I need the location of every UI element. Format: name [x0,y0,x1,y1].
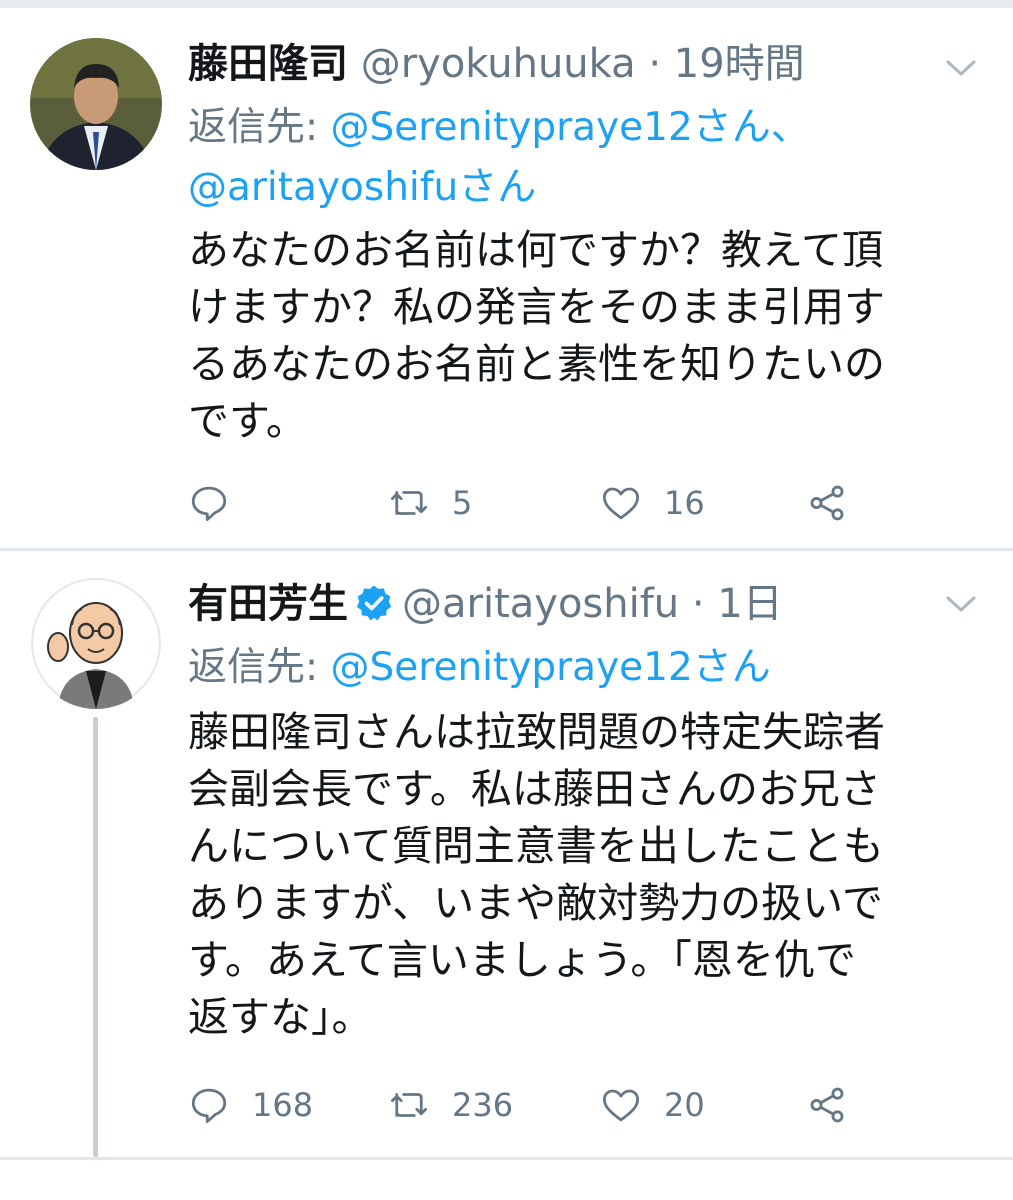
retweet-button[interactable]: 236 [388,1080,513,1130]
chevron-down-icon[interactable] [945,58,977,78]
separator: · [691,581,705,627]
tweet-text: あなたのお名前は何ですか？教えて頂 けますか？私の発言をそのまま引用す るあなた… [188,222,978,450]
share-button[interactable] [806,1080,870,1130]
share-icon [810,485,844,521]
text-line: です。 [188,397,307,445]
avatar[interactable] [30,38,162,170]
share-icon [810,1087,844,1123]
reply-prefix: 返信先: [188,105,319,150]
tweet-divider [0,548,1013,551]
separator: · [648,41,662,87]
timestamp[interactable]: 19時間 [674,41,805,87]
share-button[interactable] [806,478,870,528]
like-icon [602,1089,640,1122]
reply-icon [191,486,227,522]
tweet-header: 藤田隆司 @ryokuhuuka · 19時間 [188,36,805,92]
retweet-count: 236 [452,1086,514,1124]
handle[interactable]: @aritayoshifu [402,581,679,627]
reply-mention[interactable]: @Serenitypraye12さん [331,645,771,690]
text-line: けますか？私の発言をそのまま引用す [188,283,885,331]
retweet-icon [390,1093,428,1117]
text-line: んについて質問主意書を出したことも [188,822,884,870]
text-line: ありますが、いまや敵対勢力の扱いで [188,879,883,927]
reply-icon [191,1088,227,1124]
handle[interactable]: @ryokuhuuka [361,41,636,87]
avatar[interactable] [30,577,162,709]
text-line: 藤田隆司さんは拉致問題の特定失踪者 [188,708,885,756]
verified-badge-icon [356,585,392,621]
retweet-count: 5 [452,484,473,522]
reply-context-line2: @aritayoshifuさん [188,160,536,215]
reply-count: 168 [252,1086,314,1124]
tweet-divider [0,1157,1013,1160]
retweet-button[interactable]: 5 [388,478,472,528]
reply-mention[interactable]: @Serenitypraye12さん、 [331,105,810,150]
tweet-text: 藤田隆司さんは拉致問題の特定失踪者 会副会長です。私は藤田さんのお兄さ んについ… [188,704,978,1046]
like-count: 20 [664,1086,705,1124]
like-icon [602,487,640,520]
text-line: あなたのお名前は何ですか？教えて頂 [188,226,883,274]
action-bar: 5 16 [188,478,978,528]
tweet-card[interactable]: 藤田隆司 @ryokuhuuka · 19時間 返信先: @Serenitypr… [0,8,1013,548]
thread-line [93,717,98,1157]
reply-mention[interactable]: @aritayoshifuさん [188,165,536,210]
action-bar: 168 236 20 [188,1080,978,1130]
chevron-down-icon[interactable] [945,594,977,614]
tweet-header: 有田芳生 @aritayoshifu · 1日 [188,576,783,632]
retweet-icon [390,491,428,515]
like-count: 16 [664,484,705,522]
like-button[interactable]: 20 [600,1080,705,1130]
tweet-card[interactable]: 有田芳生 @aritayoshifu · 1日 返信先: @Serenitypra… [0,552,1013,1157]
reply-context: 返信先: @Serenitypraye12さん、 [188,100,810,155]
text-line: 返すな」。 [188,993,373,1041]
reply-context: 返信先: @Serenitypraye12さん [188,640,771,695]
like-button[interactable]: 16 [600,478,705,528]
reply-prefix: 返信先: [188,645,319,690]
display-name[interactable]: 有田芳生 [188,581,348,627]
top-divider [0,0,1013,8]
display-name[interactable]: 藤田隆司 [188,41,348,87]
text-line: 会副会長です。私は藤田さんのお兄さ [188,765,881,813]
reply-button[interactable]: 168 [188,1080,313,1130]
reply-button[interactable] [188,478,252,528]
timestamp[interactable]: 1日 [717,581,782,627]
text-line: す。あえて言いましょう。「恩を仇で [188,936,856,984]
text-line: るあなたのお名前と素性を知りたいの [188,340,885,388]
